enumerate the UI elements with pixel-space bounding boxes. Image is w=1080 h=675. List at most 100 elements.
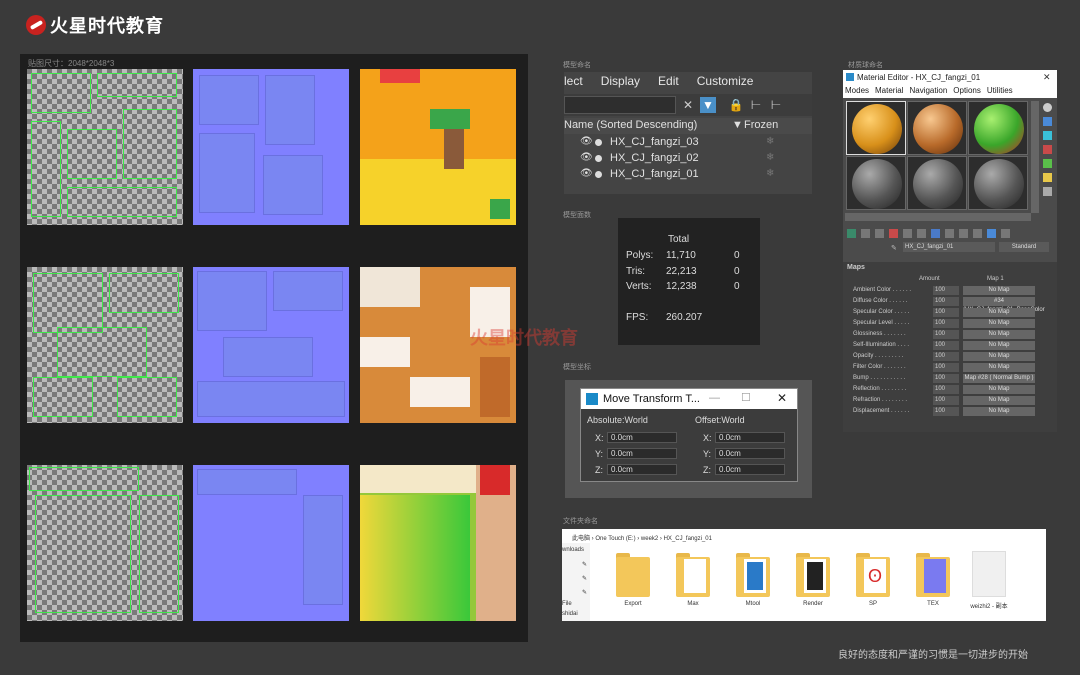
eyedropper-icon[interactable]: ✎	[891, 244, 897, 252]
material-slot-2[interactable]	[907, 101, 967, 155]
material-slot-4[interactable]	[846, 156, 906, 210]
map-amount-field[interactable]: 100	[933, 297, 959, 306]
hierarchy-expand-icon[interactable]: ⊢	[768, 97, 784, 113]
make-unique-icon[interactable]	[917, 229, 926, 238]
video-check-icon[interactable]	[1043, 159, 1052, 168]
maximize-icon[interactable]: ☐	[741, 391, 751, 404]
backlight-icon[interactable]	[1043, 117, 1052, 126]
menu-customize[interactable]: Customize	[697, 74, 754, 90]
map-amount-field[interactable]: 100	[933, 374, 959, 383]
map-slot-button[interactable]: No Map	[963, 385, 1035, 394]
map-amount-field[interactable]: 100	[933, 319, 959, 328]
put-to-scene-icon[interactable]	[861, 229, 870, 238]
folder-label[interactable]: Render	[788, 601, 838, 607]
show-map-icon[interactable]	[959, 229, 968, 238]
visibility-eye-icon[interactable]: 👁	[580, 136, 593, 147]
material-slot-5[interactable]	[907, 156, 967, 210]
map-amount-field[interactable]: 100	[933, 363, 959, 372]
off-y-field[interactable]: 0.0cm	[715, 448, 785, 459]
menu-modes[interactable]: Modes	[845, 86, 869, 98]
get-material-icon[interactable]	[847, 229, 856, 238]
map-slot-button[interactable]: No Map	[963, 319, 1035, 328]
menu-utilities[interactable]: Utilities	[987, 86, 1013, 98]
breadcrumb[interactable]: 此电脑 › One Touch (E:) › week2 › HX_CJ_fan…	[572, 533, 712, 542]
map-slot-button[interactable]: No Map	[963, 286, 1035, 295]
map-amount-field[interactable]: 100	[933, 308, 959, 317]
close-icon[interactable]: ✕	[1043, 72, 1051, 83]
render-dot-icon[interactable]	[595, 139, 602, 146]
render-dot-icon[interactable]	[595, 171, 602, 178]
filter-icon[interactable]: ▼	[700, 97, 716, 113]
scene-row[interactable]: 👁 HX_CJ_fangzi_02 ❄	[564, 151, 812, 167]
visibility-eye-icon[interactable]: 👁	[580, 152, 593, 163]
material-id-icon[interactable]	[945, 229, 954, 238]
folder-icon[interactable]	[736, 551, 770, 599]
folder-icon[interactable]	[616, 551, 650, 599]
folder-icon[interactable]	[796, 551, 830, 599]
scene-row[interactable]: 👁 HX_CJ_fangzi_03 ❄	[564, 135, 812, 151]
select-by-material-icon[interactable]	[1043, 187, 1052, 196]
render-dot-icon[interactable]	[595, 155, 602, 162]
off-z-field[interactable]: 0.0cm	[715, 464, 785, 475]
background-icon[interactable]	[1043, 131, 1052, 140]
map-slot-button[interactable]: No Map	[963, 352, 1035, 361]
map-amount-field[interactable]: 100	[933, 352, 959, 361]
reset-material-icon[interactable]	[889, 229, 898, 238]
assign-material-icon[interactable]	[875, 229, 884, 238]
map-slot-button[interactable]: No Map	[963, 330, 1035, 339]
folder-icon[interactable]	[676, 551, 710, 599]
sample-type-icon[interactable]	[1043, 103, 1052, 112]
map-slot-button[interactable]: #34 (HX_CJ_fangzi_01_BaseColor	[963, 297, 1045, 313]
folder-label[interactable]: Max	[668, 601, 718, 607]
clear-filter-icon[interactable]: ✕	[680, 97, 696, 113]
map-slot-button[interactable]: Map #28 ( Normal Bump )	[963, 374, 1035, 383]
preview-icon[interactable]	[1043, 173, 1052, 182]
material-name-field[interactable]: HX_CJ_fangzi_01	[903, 242, 995, 252]
material-slot-6[interactable]	[968, 156, 1028, 210]
off-x-field[interactable]: 0.0cm	[715, 432, 785, 443]
menu-select[interactable]: lect	[564, 74, 583, 90]
map-amount-field[interactable]: 100	[933, 330, 959, 339]
map-amount-field[interactable]: 100	[933, 396, 959, 405]
nav-item[interactable]: wnloads	[562, 547, 584, 553]
show-result-icon[interactable]	[973, 229, 982, 238]
map-slot-button[interactable]: No Map	[963, 341, 1035, 350]
folder-label[interactable]: TEX	[908, 601, 958, 607]
folder-label[interactable]: SP	[848, 601, 898, 607]
material-slot-1[interactable]	[846, 101, 906, 155]
menu-navigation[interactable]: Navigation	[909, 86, 947, 98]
abs-z-field[interactable]: 0.0cm	[607, 464, 677, 475]
menu-edit[interactable]: Edit	[658, 74, 679, 90]
freeze-icon[interactable]: ❄	[766, 152, 774, 163]
slot-scrollbar[interactable]	[845, 213, 1031, 221]
menu-options[interactable]: Options	[953, 86, 981, 98]
map-amount-field[interactable]: 100	[933, 341, 959, 350]
options-icon[interactable]	[1043, 145, 1052, 154]
map-slot-button[interactable]: No Map	[963, 396, 1035, 405]
map-slot-button[interactable]: No Map	[963, 363, 1035, 372]
slot-scrollbar-vertical[interactable]	[1031, 101, 1039, 213]
column-frozen[interactable]: Frozen	[744, 119, 778, 131]
menu-material[interactable]: Material	[875, 86, 903, 98]
map-slot-button[interactable]: No Map	[963, 407, 1035, 416]
scene-row[interactable]: 👁 HX_CJ_fangzi_01 ❄	[564, 167, 812, 183]
map-amount-field[interactable]: 100	[933, 286, 959, 295]
map-slot-button[interactable]: No Map	[963, 308, 1035, 317]
abs-x-field[interactable]: 0.0cm	[607, 432, 677, 443]
material-slot-3[interactable]	[968, 101, 1028, 155]
hierarchy-icon[interactable]: ⊢	[748, 97, 764, 113]
column-name[interactable]: Name (Sorted Descending)	[564, 119, 697, 131]
file-label[interactable]: weizhi2 - 副本	[964, 601, 1014, 610]
visibility-eye-icon[interactable]: 👁	[580, 168, 593, 179]
map-amount-field[interactable]: 100	[933, 407, 959, 416]
lock-icon[interactable]: 🔒	[728, 97, 744, 113]
freeze-icon[interactable]: ❄	[766, 168, 774, 179]
menu-display[interactable]: Display	[601, 74, 640, 90]
file-icon[interactable]	[972, 551, 1006, 597]
material-type-button[interactable]: Standard	[999, 242, 1049, 252]
folder-icon[interactable]	[916, 551, 950, 599]
folder-label[interactable]: Mtool	[728, 601, 778, 607]
maps-header[interactable]: Maps	[847, 264, 865, 271]
scene-search-input[interactable]	[564, 96, 676, 114]
map-amount-field[interactable]: 100	[933, 385, 959, 394]
